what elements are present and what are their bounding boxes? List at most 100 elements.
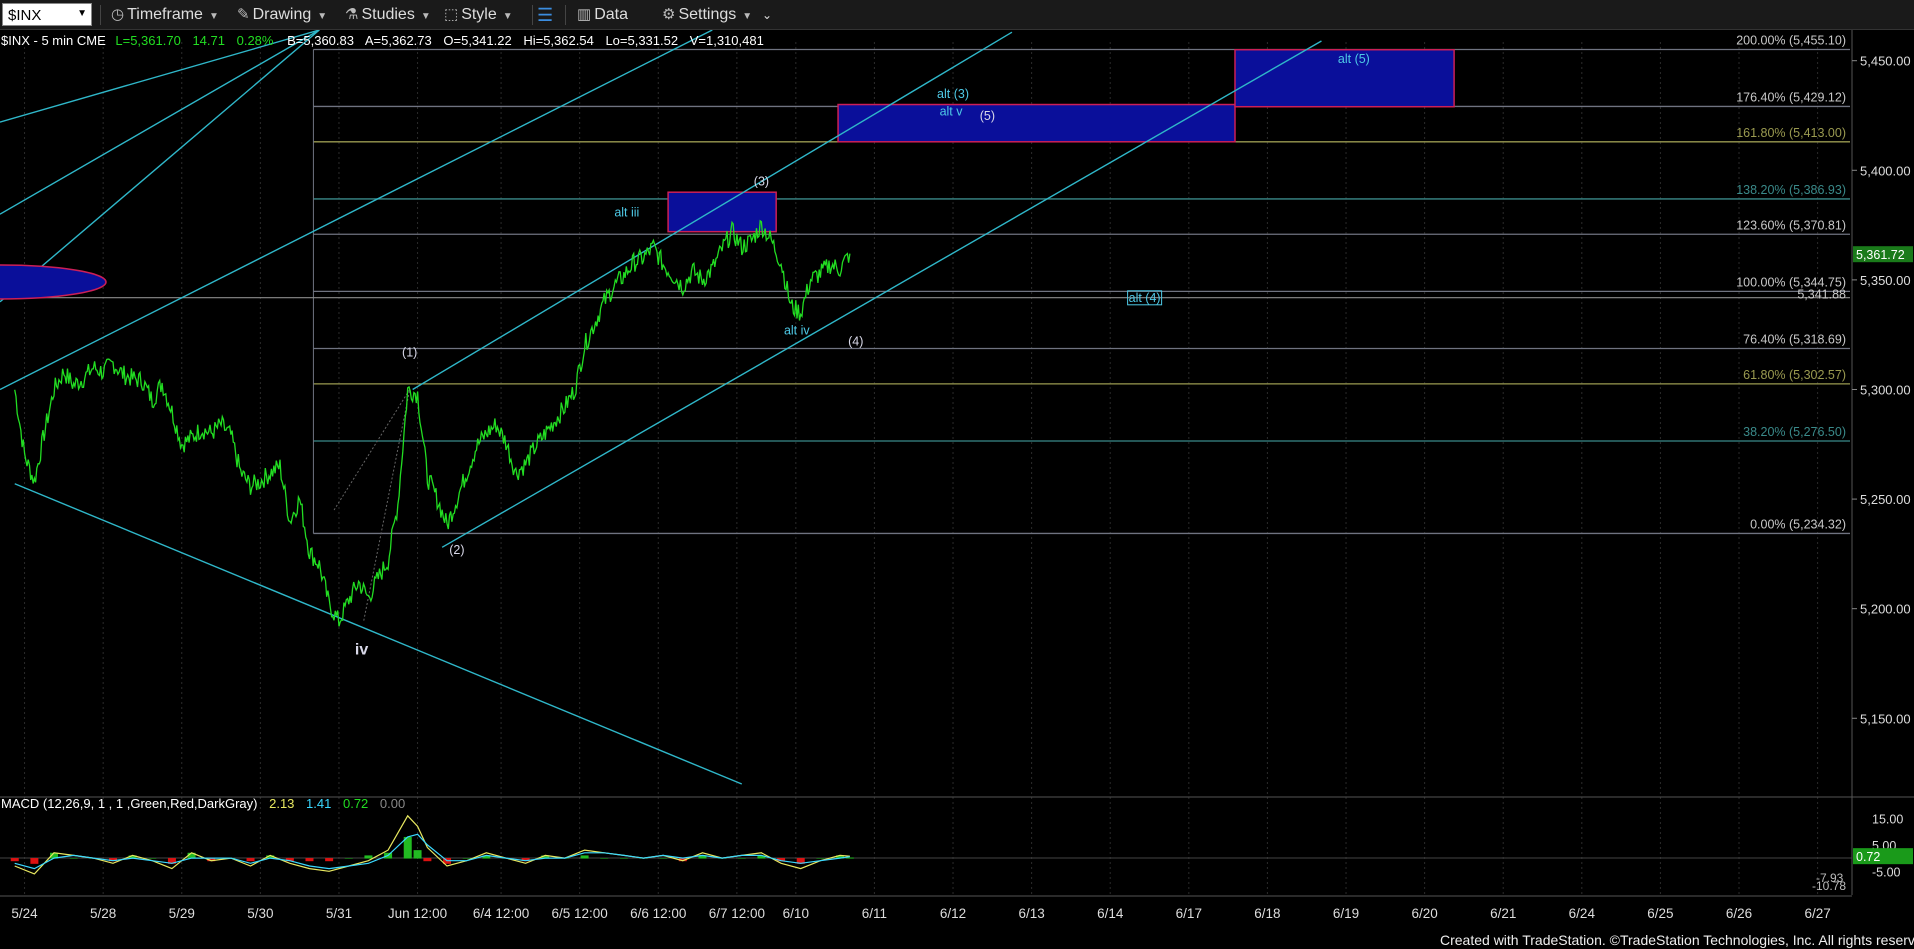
macd-tick-label: 15.00	[1872, 812, 1903, 826]
time-tick-label: 6/25	[1647, 906, 1673, 921]
clock-icon: ◷	[111, 6, 125, 23]
time-tick-label: 5/29	[169, 906, 195, 921]
macd-line	[14, 814, 850, 875]
fib-label: 38.20% (5,276.50)	[1743, 425, 1846, 439]
settings-button[interactable]: ⚙ Settings ▼	[662, 4, 752, 26]
time-tick-label: 6/6 12:00	[630, 906, 686, 921]
price-tick-label: 5,400.00	[1860, 163, 1911, 178]
fib-label: 0.00% (5,234.32)	[1750, 517, 1846, 531]
studies-label: Studies	[361, 6, 415, 23]
drawing-button[interactable]: ✎ Drawing ▼	[237, 4, 327, 26]
chart-gridlines	[0, 30, 1914, 895]
header-info: $INX - 5 min CME L=5,361.70 14.71 0.28% …	[1, 33, 764, 811]
macd-hist-bar	[69, 858, 78, 859]
time-tick-label: 6/19	[1333, 906, 1359, 921]
symbol-dropdown[interactable]: $INX ▼	[2, 3, 92, 26]
pct-change: 0.28%	[237, 33, 274, 48]
macd-hist-bar	[413, 850, 422, 859]
channel-line	[14, 483, 743, 785]
flask-icon: ⚗	[345, 6, 359, 23]
time-tick-label: Jun 12:00	[388, 906, 447, 921]
macd-value-label: 0.72	[1856, 850, 1880, 864]
channel-line	[0, 30, 713, 391]
chevron-down-icon: ▼	[502, 11, 513, 22]
macd-hist-bar	[30, 858, 39, 864]
signal-value: 1.41	[306, 796, 331, 811]
timeframe-label: Timeframe	[127, 6, 203, 23]
timeframe-button[interactable]: ◷ Timeframe ▼	[111, 4, 219, 26]
macd-hist-bar	[10, 858, 19, 862]
macd-hist-bar	[462, 858, 471, 859]
price-series	[14, 219, 851, 627]
macd-hist-bar	[364, 855, 373, 859]
time-axis: 5/24 5/28 5/29 5/30 5/31 Jun 12:00 6/4 12:00 6/…	[0, 895, 1852, 921]
style-button[interactable]: ⬚ Style ▼	[444, 4, 513, 26]
time-tick-label: 6/10	[783, 906, 809, 921]
macd-tick-label: -5.00	[1872, 865, 1901, 879]
macd-hist-bar	[148, 858, 157, 859]
studies-button[interactable]: ⚗ Studies ▼	[345, 4, 431, 26]
time-tick-label: 6/14	[1097, 906, 1124, 921]
zero-value: 0.00	[380, 796, 405, 811]
data-button[interactable]: ▥ Data	[577, 4, 628, 26]
price-axis: 5,150.00 5,200.00 5,250.00 5,300.00 5,350.00…	[1852, 54, 1913, 726]
macd-panel: 15.005.00-5.000.72-7.93-10.78	[0, 812, 1913, 893]
chevron-down-icon: ▼	[742, 11, 753, 22]
chevron-down-icon: ▼	[420, 11, 431, 22]
pencil-icon: ✎	[237, 6, 250, 23]
price-tick-label: 5,450.00	[1860, 54, 1911, 69]
toolbar-separator	[100, 5, 101, 25]
toolbar-separator	[532, 5, 533, 25]
wave-label: (2)	[449, 543, 464, 557]
last-price-label: 5,361.72	[1856, 248, 1905, 262]
target-box	[837, 103, 1236, 143]
time-tick-label: 6/26	[1726, 906, 1752, 921]
time-tick-label: 6/21	[1490, 906, 1516, 921]
wave-label: alt (4)	[1129, 291, 1161, 305]
bid-price: B=5,360.83	[287, 33, 354, 48]
fib-label: 200.00% (5,455.10)	[1736, 34, 1846, 48]
volume: V=1,310,481	[690, 33, 764, 48]
style-icon: ⬚	[444, 6, 459, 23]
wave-label: alt (3)	[937, 87, 969, 101]
time-tick-label: 5/28	[90, 906, 116, 921]
fib-label: 138.20% (5,386.93)	[1736, 183, 1846, 197]
macd-hist-bar	[423, 858, 432, 862]
macd-value: 2.13	[269, 796, 294, 811]
macd-hist-bar	[737, 858, 746, 859]
channel-line	[0, 30, 320, 215]
macd-legend: MACD (12,26,9, 1 , 1 ,Green,Red,DarkGray…	[1, 796, 405, 811]
overflow-caret-icon[interactable]: ⌄	[762, 4, 772, 26]
time-tick-label: 6/27	[1804, 906, 1830, 921]
histogram-value: 0.72	[343, 796, 368, 811]
data-label: Data	[594, 6, 628, 23]
high-price: Hi=5,362.54	[523, 33, 593, 48]
macd-hist-bar	[246, 858, 255, 862]
support-label: 5,341.88	[1797, 288, 1846, 302]
fib-label: 176.40% (5,429.12)	[1736, 90, 1846, 104]
target-boxes	[667, 48, 1455, 233]
macd-extra-label: -10.78	[1812, 879, 1846, 893]
time-tick-label: 6/17	[1176, 906, 1202, 921]
macd-hist-bar	[600, 858, 609, 859]
target-ellipse	[0, 264, 107, 300]
ask-price: A=5,362.73	[365, 33, 432, 48]
time-tick-label: 6/20	[1411, 906, 1437, 921]
fib-label: 61.80% (5,302.57)	[1743, 368, 1846, 382]
net-change: 14.71	[192, 33, 225, 48]
channel-line	[0, 30, 320, 303]
time-tick-label: 6/7 12:00	[709, 906, 765, 921]
time-tick-label: 6/24	[1569, 906, 1596, 921]
time-tick-label: 6/12	[940, 906, 966, 921]
time-tick-label: 6/18	[1254, 906, 1280, 921]
chart-toolbar: $INX ▼ ◷ Timeframe ▼ ✎ Drawing ▼ ⚗ Studies ▼ ⬚…	[0, 0, 1914, 30]
wave-labels: iv (1) (2) (3) (4) (5) alt iii alt iv alt (3) alt…	[355, 52, 1370, 659]
macd-label: MACD (12,26,9, 1 , 1 ,Green,Red,DarkGray…	[1, 796, 257, 811]
trend-channel-lines	[0, 30, 1322, 785]
channel-line	[412, 31, 1013, 391]
layout-icon[interactable]: ☰	[537, 4, 553, 26]
price-chart[interactable]: 200.00% (5,455.10) 176.40% (5,429.12) 161.…	[0, 30, 1914, 930]
low-price: Lo=5,331.52	[605, 33, 678, 48]
wave-label: alt (5)	[1338, 52, 1370, 66]
symbol-text: $INX	[8, 7, 42, 24]
